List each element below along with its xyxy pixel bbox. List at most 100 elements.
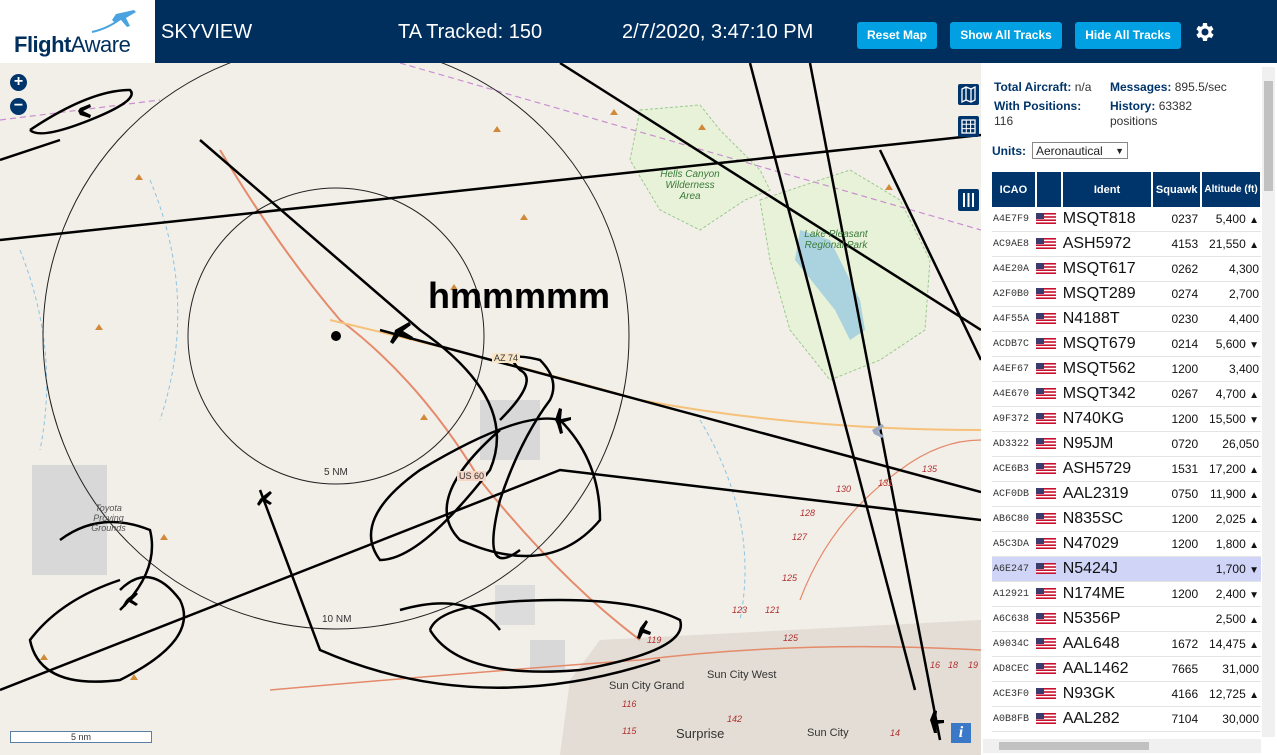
chevron-down-icon: ▼ — [1115, 146, 1124, 156]
trend-arrow-icon: ▼ — [1249, 565, 1259, 576]
squawk-cell: 0237 — [1152, 207, 1202, 232]
hide-all-tracks-button[interactable]: Hide All Tracks — [1075, 22, 1181, 49]
altitude-cell: 5,400 ▲ — [1201, 207, 1261, 232]
us-flag-icon — [1035, 413, 1056, 425]
info-icon[interactable]: i — [951, 723, 971, 743]
altitude-value: 31,000 — [1222, 662, 1259, 676]
header-bar: FlightAware SKYVIEW TA Tracked: 150 2/7/… — [0, 0, 1277, 63]
table-row[interactable]: A4EF67 MSQT562 1200 3,400 — [992, 356, 1261, 382]
squawk-cell: 0230 — [1152, 306, 1202, 332]
road-num: 116 — [622, 699, 637, 709]
ring-label-10nm: 10 NM — [322, 614, 352, 625]
table-row[interactable]: AD8CEC AAL1462 7665 31,000 — [992, 656, 1261, 682]
grid-icon — [961, 119, 976, 134]
us-flag-icon — [1035, 438, 1056, 450]
table-row[interactable]: A9F372 N740KG 1200 15,500 ▼ — [992, 406, 1261, 432]
squawk-cell: 0274 — [1152, 281, 1202, 307]
col-icao[interactable]: ICAO — [992, 172, 1037, 207]
icao-cell: A0B8FB — [992, 706, 1036, 732]
reset-map-button[interactable]: Reset Map — [857, 22, 937, 49]
ident-cell: ASH5972 — [1061, 231, 1153, 257]
squawk-cell — [1152, 606, 1202, 632]
table-row[interactable]: AC9AE8 ASH5972 4153 21,550 ▲ — [992, 231, 1261, 257]
horizontal-scrollbar[interactable] — [983, 739, 1261, 753]
map-canvas[interactable]: hmmmmm 5 NM 10 NM Hells Canyon Wildernes… — [0, 63, 981, 755]
flag-cell — [1035, 281, 1062, 307]
table-row[interactable]: A6E247 N5424J 1,700 ▼ — [992, 556, 1261, 582]
col-ident[interactable]: Ident — [1061, 172, 1154, 207]
table-row[interactable]: ACF0DB AAL2319 0750 11,900 ▲ — [992, 481, 1261, 507]
flightaware-logo[interactable]: FlightAware — [0, 0, 155, 63]
icao-cell: A9F372 — [992, 406, 1036, 432]
icao-cell: A12921 — [992, 581, 1036, 607]
col-squawk[interactable]: Squawk — [1152, 172, 1203, 207]
trend-arrow-icon: ▼ — [1249, 340, 1259, 351]
hscroll-thumb[interactable] — [999, 742, 1149, 750]
trend-arrow-icon: ▲ — [1249, 240, 1259, 251]
table-row[interactable]: A5C3DA N47029 1200 1,800 ▲ — [992, 531, 1261, 557]
altitude-value: 30,000 — [1222, 712, 1259, 726]
ident-cell: AAL282 — [1061, 706, 1153, 732]
altitude-cell: 5,600 ▼ — [1201, 331, 1261, 357]
altitude-value: 2,025 — [1215, 512, 1246, 526]
flag-cell — [1035, 256, 1062, 282]
tracked-count: TA Tracked: 150 — [398, 21, 543, 43]
table-row[interactable]: ACE6B3 ASH5729 1531 17,200 ▲ — [992, 456, 1261, 482]
scroll-thumb[interactable] — [1264, 81, 1273, 191]
trend-arrow-icon: ▲ — [1249, 640, 1259, 651]
table-row[interactable]: ACE3F0 N93GK 4166 12,725 ▲ — [992, 681, 1261, 707]
col-altitude[interactable]: Altitude (ft) — [1201, 172, 1262, 207]
table-row[interactable]: A4E20A MSQT617 0262 4,300 — [992, 256, 1261, 282]
zoom-out-button[interactable]: − — [10, 98, 27, 115]
trend-arrow-icon: ▲ — [1249, 215, 1259, 226]
table-row[interactable]: A4E670 MSQT342 0267 4,700 ▲ — [992, 381, 1261, 407]
table-row[interactable]: A6C638 N5356P 2,500 ▲ — [992, 606, 1261, 632]
ident-cell: N174ME — [1061, 581, 1153, 607]
road-num: 115 — [622, 726, 637, 736]
road-num: 128 — [800, 508, 816, 518]
us-flag-icon — [1035, 688, 1056, 700]
table-row[interactable]: A9034C AAL648 1672 14,475 ▲ — [992, 631, 1261, 657]
table-row[interactable]: A0B8FB AAL282 7104 30,000 — [992, 706, 1261, 732]
us-flag-icon — [1035, 513, 1056, 525]
ident-cell: AAL2319 — [1061, 481, 1153, 507]
table-row[interactable]: ACDB7C MSQT679 0214 5,600 ▼ — [992, 331, 1261, 357]
flag-cell — [1035, 506, 1062, 532]
altitude-value: 26,050 — [1222, 437, 1259, 451]
us-flag-icon — [1035, 638, 1056, 650]
ident-cell: MSQT562 — [1061, 356, 1153, 382]
table-row[interactable]: AD3322 N95JM 0720 26,050 — [992, 431, 1261, 457]
us-flag-icon — [1035, 563, 1056, 575]
altitude-value: 2,500 — [1215, 612, 1246, 626]
squawk-cell: 1200 — [1152, 506, 1202, 532]
trend-arrow-icon: ▲ — [1249, 490, 1259, 501]
table-row[interactable]: A12921 N174ME 1200 2,400 ▼ — [992, 581, 1261, 607]
show-all-tracks-button[interactable]: Show All Tracks — [950, 22, 1062, 49]
gear-icon[interactable] — [1192, 20, 1216, 44]
trend-arrow-icon: ▲ — [1249, 540, 1259, 551]
zoom-in-button[interactable]: + — [10, 74, 27, 91]
label-surprise: Surprise — [676, 726, 725, 741]
label-sun-city-west: Sun City West — [707, 669, 777, 681]
altitude-cell: 11,900 ▲ — [1201, 481, 1261, 507]
table-row[interactable]: A4E7F9 MSQT818 0237 5,400 ▲ — [992, 207, 1261, 232]
altitude-cell: 4,300 — [1201, 256, 1261, 282]
table-row[interactable]: A4F55A N4188T 0230 4,400 — [992, 306, 1261, 332]
table-row[interactable]: A2F0B0 MSQT289 0274 2,700 — [992, 281, 1261, 307]
ident-cell: ASH5729 — [1061, 456, 1153, 482]
altitude-cell: 1,700 ▼ — [1201, 556, 1261, 582]
road-num: 142 — [727, 714, 743, 724]
vertical-scrollbar[interactable] — [1262, 67, 1275, 737]
columns-toggle-button[interactable] — [958, 189, 979, 211]
squawk-cell: 1200 — [1152, 531, 1202, 557]
units-select[interactable]: Aeronautical ▼ — [1032, 142, 1128, 159]
table-row[interactable]: AB6C80 N835SC 1200 2,025 ▲ — [992, 506, 1261, 532]
squawk-cell: 0750 — [1152, 481, 1202, 507]
map-layers-button[interactable] — [958, 84, 979, 105]
squawk-cell: 0720 — [1152, 431, 1202, 457]
squawk-cell: 0267 — [1152, 381, 1202, 407]
col-flag[interactable] — [1035, 172, 1063, 207]
grid-toggle-button[interactable] — [958, 116, 979, 137]
ident-cell: N4188T — [1061, 306, 1153, 332]
road-num: 18 — [948, 660, 959, 670]
